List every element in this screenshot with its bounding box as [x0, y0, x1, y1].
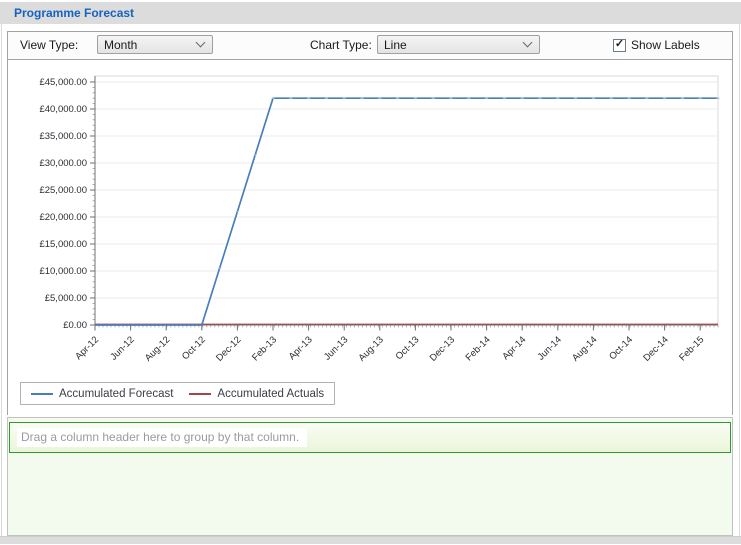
svg-text:Jun-14: Jun-14: [536, 334, 564, 362]
svg-text:Feb-14: Feb-14: [464, 334, 493, 363]
legend-item-actuals: Accumulated Actuals: [189, 388, 324, 400]
chart-type-select[interactable]: Line: [377, 35, 540, 54]
svg-text:£30,000.00: £30,000.00: [39, 158, 87, 169]
group-by-drop-zone[interactable]: Drag a column header here to group by th…: [9, 422, 731, 453]
svg-text:Dec-12: Dec-12: [214, 334, 243, 363]
window-left-edge: [1, 24, 2, 543]
chart-panel: View Type: Month Chart Type: Line ✓ Show…: [7, 31, 733, 415]
svg-text:Dec-13: Dec-13: [428, 334, 457, 363]
grid-panel: Drag a column header here to group by th…: [7, 417, 733, 536]
svg-text:£45,000.00: £45,000.00: [39, 77, 87, 88]
page-title: Programme Forecast: [14, 6, 134, 20]
forecast-line-swatch: [31, 393, 53, 395]
chevron-down-icon: [523, 38, 533, 48]
svg-text:£15,000.00: £15,000.00: [39, 239, 87, 250]
chart-type-value: Line: [384, 38, 407, 52]
chart-area: £0.00 £5,000.00 £10,000.00 £15,000.00 £20,00…: [8, 60, 732, 415]
view-type-value: Month: [104, 38, 137, 52]
svg-text:Aug-12: Aug-12: [143, 334, 172, 363]
chart-type-label: Chart Type:: [310, 32, 372, 58]
svg-text:£40,000.00: £40,000.00: [39, 104, 87, 115]
svg-text:Feb-15: Feb-15: [677, 334, 706, 363]
svg-text:Apr-13: Apr-13: [287, 334, 315, 362]
svg-text:Aug-14: Aug-14: [570, 334, 599, 363]
chevron-down-icon: [196, 38, 206, 48]
svg-text:Aug-13: Aug-13: [356, 334, 385, 363]
svg-text:Dec-14: Dec-14: [641, 334, 670, 363]
svg-text:£5,000.00: £5,000.00: [45, 293, 87, 304]
svg-text:Apr-14: Apr-14: [500, 334, 528, 362]
page-title-bar: Programme Forecast: [0, 2, 741, 24]
group-by-hint: Drag a column header here to group by th…: [17, 428, 307, 447]
forecast-chart: £0.00 £5,000.00 £10,000.00 £15,000.00 £20,00…: [8, 60, 732, 415]
grid-body: [9, 455, 731, 534]
chart-legend: Accumulated Forecast Accumulated Actuals: [20, 382, 335, 405]
legend-label-actuals: Accumulated Actuals: [217, 388, 324, 400]
view-type-select[interactable]: Month: [97, 35, 213, 54]
svg-text:Oct-12: Oct-12: [180, 334, 208, 362]
svg-text:£25,000.00: £25,000.00: [39, 185, 87, 196]
checkbox-icon: ✓: [613, 39, 626, 52]
toolbar: View Type: Month Chart Type: Line ✓ Show…: [8, 32, 732, 60]
svg-text:£10,000.00: £10,000.00: [39, 266, 87, 277]
legend-label-forecast: Accumulated Forecast: [59, 388, 173, 400]
svg-text:Jun-12: Jun-12: [108, 334, 136, 362]
svg-text:Feb-13: Feb-13: [250, 334, 279, 363]
svg-text:Oct-13: Oct-13: [394, 334, 422, 362]
svg-text:£35,000.00: £35,000.00: [39, 131, 87, 142]
show-labels-label: Show Labels: [631, 38, 700, 52]
svg-text:£20,000.00: £20,000.00: [39, 212, 87, 223]
view-type-label: View Type:: [20, 32, 78, 58]
legend-item-forecast: Accumulated Forecast: [31, 388, 173, 400]
svg-text:Oct-14: Oct-14: [607, 334, 635, 362]
window-right-edge: [739, 24, 740, 543]
window-bottom-edge: [0, 536, 741, 544]
actuals-line-swatch: [189, 393, 211, 395]
svg-text:£0.00: £0.00: [63, 320, 87, 331]
svg-text:Jun-13: Jun-13: [322, 334, 350, 362]
show-labels-checkbox[interactable]: ✓ Show Labels: [613, 32, 700, 58]
svg-text:Apr-12: Apr-12: [73, 334, 101, 362]
